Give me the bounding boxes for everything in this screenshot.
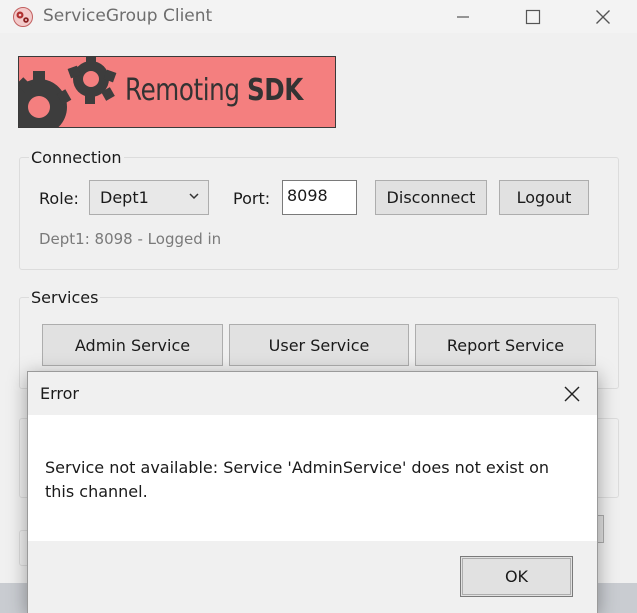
dialog-message: Service not available: Service 'AdminSer… [45, 458, 550, 501]
connection-status: Dept1: 8098 - Logged in [39, 230, 222, 248]
port-input[interactable]: 8098 [282, 180, 357, 215]
ok-button[interactable]: OK [460, 556, 573, 597]
maximize-button[interactable] [509, 0, 557, 33]
services-group-label: Services [29, 288, 101, 307]
banner-text-bold: SDK [246, 73, 303, 108]
admin-service-button[interactable]: Admin Service [42, 324, 223, 366]
error-dialog: Error Service not available: Service 'Ad… [27, 371, 598, 613]
report-service-button[interactable]: Report Service [415, 324, 596, 366]
role-value: Dept1 [100, 188, 149, 207]
minimize-icon [457, 15, 469, 18]
role-label: Role: [39, 189, 79, 208]
user-service-button[interactable]: User Service [229, 324, 409, 366]
maximize-icon [525, 9, 541, 24]
disconnect-button[interactable]: Disconnect [375, 180, 487, 215]
minimize-button[interactable] [439, 0, 487, 33]
close-button[interactable] [579, 0, 627, 33]
close-icon [564, 386, 580, 402]
port-label: Port: [233, 189, 271, 208]
connection-group-label: Connection [29, 148, 124, 167]
chevron-down-icon [189, 193, 199, 200]
logout-button[interactable]: Logout [499, 180, 589, 215]
banner-text: Remoting SDK [125, 73, 303, 108]
dialog-close-button[interactable] [557, 380, 587, 408]
role-dropdown[interactable]: Dept1 [89, 180, 209, 215]
close-icon [596, 9, 610, 24]
dialog-footer: OK [28, 541, 597, 613]
banner-text-regular: Remoting [125, 73, 247, 108]
dialog-title: Error [40, 384, 79, 403]
remoting-sdk-banner: Remoting SDK [18, 56, 336, 128]
gear-icon [19, 57, 117, 127]
title-bar[interactable]: ServiceGroup Client [0, 0, 637, 33]
gears-icon [13, 7, 33, 27]
window-title: ServiceGroup Client [43, 6, 213, 26]
dialog-title-bar[interactable]: Error [28, 372, 597, 415]
